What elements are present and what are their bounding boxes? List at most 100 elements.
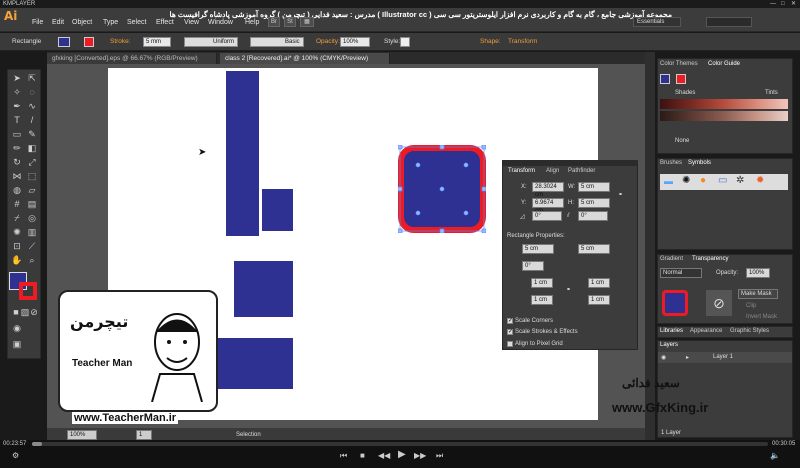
artboard-icon[interactable]: ⊡ xyxy=(11,240,23,252)
paintbrush-icon[interactable]: ✎ xyxy=(26,128,38,140)
menu-view[interactable]: View xyxy=(184,19,199,26)
selection-bounding-box[interactable] xyxy=(398,145,486,233)
corner-tr-input[interactable]: 1 cm xyxy=(588,278,610,288)
transform-panel-grip[interactable] xyxy=(502,160,638,166)
play-icon[interactable]: ▶ xyxy=(398,449,406,460)
tall-rectangle[interactable] xyxy=(226,71,259,236)
transparency-thumbnail[interactable] xyxy=(662,290,688,316)
tab-align[interactable]: Align xyxy=(546,168,559,174)
h-input[interactable]: 5 cm xyxy=(578,198,610,208)
maximize-icon[interactable]: □ xyxy=(781,0,785,8)
search-input[interactable] xyxy=(706,17,752,27)
symbol-4-icon[interactable]: ▭ xyxy=(718,175,727,186)
free-transform-icon[interactable]: ⬚ xyxy=(26,170,38,182)
tab-gradient[interactable]: Gradient xyxy=(660,256,683,262)
stroke-color-box[interactable] xyxy=(19,282,37,300)
lasso-icon[interactable]: ◌ xyxy=(26,86,38,98)
pen-tool-icon[interactable]: ✒ xyxy=(11,100,23,112)
perspective-icon[interactable]: ▱ xyxy=(26,184,38,196)
eraser-icon[interactable]: ◧ xyxy=(26,142,38,154)
artboard-number-input[interactable]: 1 xyxy=(136,430,152,440)
menu-select[interactable]: Select xyxy=(127,19,146,26)
magic-wand-icon[interactable]: ✧ xyxy=(11,86,23,98)
line-tool-icon[interactable]: / xyxy=(26,114,38,126)
width-tool-icon[interactable]: ⋈ xyxy=(11,170,23,182)
rect-width-input[interactable]: 5 cm xyxy=(522,244,554,254)
small-rectangle[interactable] xyxy=(262,189,293,231)
screen-mode-icon[interactable]: ▣ xyxy=(11,338,23,350)
shape-builder-icon[interactable]: ◍ xyxy=(11,184,23,196)
symbol-sprayer-icon[interactable]: ✺ xyxy=(11,226,23,238)
brush-definition[interactable]: Basic xyxy=(250,37,304,47)
tab-color-themes[interactable]: Color Themes xyxy=(660,61,698,67)
transform-label[interactable]: Transform xyxy=(508,38,537,45)
blend-mode-select[interactable]: Normal xyxy=(660,268,702,278)
gradient-icon[interactable]: ▤ xyxy=(26,198,38,210)
minimize-icon[interactable]: — xyxy=(770,0,776,8)
guide-base-swatch[interactable] xyxy=(660,74,670,84)
mask-none-icon[interactable]: ⊘ xyxy=(706,290,732,316)
x-input[interactable]: 28.3024 cm xyxy=(532,182,564,198)
stock-button[interactable]: St xyxy=(284,17,296,27)
menu-window[interactable]: Window xyxy=(208,19,233,26)
corner-tl-input[interactable]: 1 cm xyxy=(531,278,553,288)
corner-link-icon[interactable]: ⚭ xyxy=(566,286,571,293)
tab-brushes[interactable]: Brushes xyxy=(660,160,682,166)
scale-icon[interactable]: ⤢ xyxy=(26,156,38,168)
rotate-icon[interactable]: ↻ xyxy=(11,156,23,168)
symbol-6-icon[interactable]: ✹ xyxy=(756,175,764,186)
slice-icon[interactable]: ⟋ xyxy=(26,240,38,252)
layer-name[interactable]: Layer 1 xyxy=(713,354,733,360)
menu-edit[interactable]: Edit xyxy=(52,19,64,26)
corner-bl-input[interactable]: 1 cm xyxy=(531,295,553,305)
scale-corners-checkbox[interactable]: ✓ xyxy=(507,318,513,324)
layer-expand-icon[interactable]: ▸ xyxy=(686,354,689,361)
hand-icon[interactable]: ✋ xyxy=(11,254,23,266)
style-swatch[interactable] xyxy=(400,37,410,47)
tab-libraries[interactable]: Libraries xyxy=(660,328,683,334)
align-pixel-checkbox[interactable] xyxy=(507,341,513,347)
tab-appearance[interactable]: Appearance xyxy=(690,328,722,334)
symbol-5-icon[interactable]: ✲ xyxy=(736,175,744,186)
tab-color-guide[interactable]: Color Guide xyxy=(708,61,740,67)
direct-selection-tool-icon[interactable]: ⇱ xyxy=(26,72,38,84)
stroke-label[interactable]: Stroke: xyxy=(110,38,131,45)
menu-help[interactable]: Help xyxy=(245,19,259,26)
settings-icon[interactable]: ⚙ xyxy=(12,451,19,460)
visibility-eye-icon[interactable]: ◉ xyxy=(661,354,666,361)
rect-height-input[interactable]: 5 cm xyxy=(578,244,610,254)
none-mode-icon[interactable]: ⊘ xyxy=(28,306,40,318)
menu-object[interactable]: Object xyxy=(72,19,92,26)
stroke-weight-input[interactable]: 5 mm xyxy=(143,37,171,47)
tab-pathfinder[interactable]: Pathfinder xyxy=(568,168,595,174)
forward-icon[interactable]: ▶▶ xyxy=(414,451,426,460)
opacity-input[interactable]: 100% xyxy=(340,37,370,47)
graph-icon[interactable]: ▥ xyxy=(26,226,38,238)
menu-type[interactable]: Type xyxy=(103,19,118,26)
shades-strip[interactable] xyxy=(660,99,788,109)
trans-opacity-input[interactable]: 100% xyxy=(746,268,770,278)
tab-transparency[interactable]: Transparency xyxy=(692,256,728,262)
stroke-swatch[interactable] xyxy=(84,37,94,47)
scale-strokes-checkbox[interactable]: ✓ xyxy=(507,329,513,335)
pencil-icon[interactable]: ✏ xyxy=(11,142,23,154)
arrange-docs-button[interactable]: ▦ xyxy=(300,17,314,27)
symbol-1-icon[interactable]: ▬ xyxy=(664,176,673,186)
y-input[interactable]: 6.9674 cm xyxy=(532,198,564,214)
make-mask-button[interactable]: Make Mask xyxy=(738,289,778,299)
shape-label[interactable]: Shape: xyxy=(480,38,501,45)
seek-bar[interactable] xyxy=(32,442,768,446)
rect-angle-input[interactable]: 0° xyxy=(522,261,544,271)
curvature-icon[interactable]: ∿ xyxy=(26,100,38,112)
tab-class2[interactable]: class 2 [Recovered].ai* @ 100% (CMYK/Pre… xyxy=(220,53,390,64)
workspace-switcher[interactable]: Essentials xyxy=(633,17,681,27)
fill-swatch[interactable] xyxy=(58,37,70,47)
stop-icon[interactable]: ■ xyxy=(360,451,365,460)
menu-file[interactable]: File xyxy=(32,19,43,26)
symbol-2-icon[interactable]: ✺ xyxy=(682,175,690,186)
eyedropper-icon[interactable]: ⌿ xyxy=(11,212,23,224)
symbol-3-icon[interactable]: ● xyxy=(700,175,706,186)
mesh-icon[interactable]: # xyxy=(11,198,23,210)
zoom-select[interactable]: 100% xyxy=(67,430,97,440)
volume-icon[interactable]: 🔈 xyxy=(770,451,780,460)
